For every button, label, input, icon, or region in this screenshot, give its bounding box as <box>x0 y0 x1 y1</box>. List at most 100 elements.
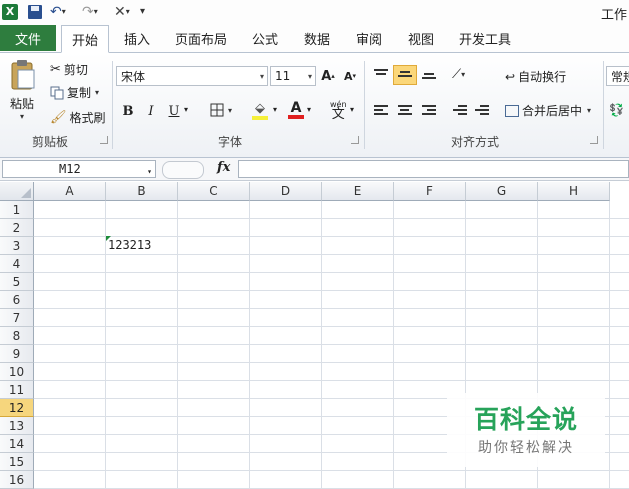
phonetic-dropdown-icon[interactable]: ▾ <box>350 105 354 114</box>
font-name-dropdown-icon: ▾ <box>259 72 264 81</box>
copy-button[interactable]: 复制 ▾ <box>50 84 99 101</box>
font-color-icon: A <box>290 100 302 116</box>
insert-function-icon[interactable]: fx <box>217 160 230 175</box>
cut-label: 剪切 <box>63 63 88 77</box>
row-gridline <box>34 308 629 309</box>
row-header-12[interactable]: 12 <box>0 399 34 417</box>
tab-home[interactable]: 开始 <box>61 25 109 53</box>
row-header-2[interactable]: 2 <box>0 219 34 237</box>
select-all-corner[interactable] <box>0 182 34 201</box>
group-divider <box>112 61 113 149</box>
tab-formulas[interactable]: 公式 <box>244 25 286 51</box>
column-gridline <box>609 201 610 489</box>
row-header-7[interactable]: 7 <box>0 309 34 327</box>
row-header-11[interactable]: 11 <box>0 381 34 399</box>
wrap-text-button[interactable]: ↩ 自动换行 <box>505 68 566 85</box>
tab-page-layout[interactable]: 页面布局 <box>168 25 234 51</box>
cell-b3[interactable]: 123213 <box>107 237 178 254</box>
cut-button[interactable]: ✂ 剪切 <box>50 61 88 78</box>
font-color-swatch <box>288 115 304 119</box>
tab-insert[interactable]: 插入 <box>115 25 159 51</box>
merge-center-label: 合并后居中 <box>522 104 583 118</box>
tab-view[interactable]: 视图 <box>400 25 442 51</box>
alignment-launcher-icon[interactable] <box>590 136 598 144</box>
column-header-g[interactable]: G <box>466 182 538 201</box>
number-format-value: 常规 <box>611 69 629 84</box>
excel-logo-icon[interactable]: X <box>2 3 18 20</box>
column-header-d[interactable]: D <box>250 182 322 201</box>
decrease-font-icon[interactable]: A ▾ <box>340 66 360 86</box>
column-gridline <box>249 201 250 489</box>
merge-center-button[interactable]: 合并后居中 ▾ <box>505 102 591 119</box>
increase-font-icon[interactable]: A ▴ <box>318 66 338 86</box>
number-format-combo[interactable]: 常规 <box>606 66 629 86</box>
row-header-5[interactable]: 5 <box>0 273 34 291</box>
align-top-icon[interactable] <box>374 69 388 81</box>
column-header-f[interactable]: F <box>394 182 466 201</box>
borders-icon <box>210 103 224 117</box>
bold-button[interactable]: B <box>118 101 138 121</box>
fill-color-dropdown-icon[interactable]: ▾ <box>273 105 277 114</box>
tab-file[interactable]: 文件 <box>0 25 56 51</box>
italic-button[interactable]: I <box>141 101 161 121</box>
decrease-indent-icon[interactable] <box>453 105 467 117</box>
row-gridline <box>34 254 629 255</box>
font-size-combo[interactable]: 11 ▾ <box>270 66 316 86</box>
row-header-3[interactable]: 3 <box>0 237 34 255</box>
copy-icon <box>50 86 64 99</box>
orientation-icon[interactable]: ⟋ ▾ <box>452 67 465 82</box>
align-left-icon[interactable] <box>374 105 388 117</box>
align-center-icon[interactable] <box>398 105 412 117</box>
row-header-13[interactable]: 13 <box>0 417 34 435</box>
font-name-combo[interactable]: 宋体 ▾ <box>116 66 268 86</box>
title-bar: X ↶ ▾ ↷ ▾ ✕ ▾ ▾ 工作 <box>0 0 629 24</box>
column-header-c[interactable]: C <box>178 182 250 201</box>
save-icon[interactable] <box>28 3 42 20</box>
row-gridline <box>34 272 629 273</box>
undo-icon[interactable]: ↶ ▾ <box>50 3 66 20</box>
row-header-16[interactable]: 16 <box>0 471 34 489</box>
fill-color-button[interactable]: ⬙ <box>252 101 268 120</box>
column-header-a[interactable]: A <box>34 182 106 201</box>
column-header-e[interactable]: E <box>322 182 394 201</box>
align-middle-button[interactable] <box>393 65 417 85</box>
wrap-text-icon: ↩ <box>505 69 516 84</box>
row-header-6[interactable]: 6 <box>0 291 34 309</box>
paste-dropdown-icon[interactable]: ▾ <box>20 112 24 121</box>
row-header-14[interactable]: 14 <box>0 435 34 453</box>
customize-quick-access-icon[interactable]: ▾ <box>140 3 145 20</box>
increase-indent-icon[interactable] <box>475 105 489 117</box>
copy-dropdown-icon[interactable]: ▾ <box>95 88 99 97</box>
tab-developer[interactable]: 开发工具 <box>452 25 518 51</box>
name-box[interactable]: M12 ▾ <box>2 160 156 178</box>
tab-review[interactable]: 审阅 <box>348 25 390 51</box>
row-header-1[interactable]: 1 <box>0 201 34 219</box>
align-bottom-icon[interactable] <box>422 73 436 85</box>
currency-format-icon[interactable]: 💱 <box>609 103 624 117</box>
name-box-dropdown-icon[interactable]: ▾ <box>147 164 152 180</box>
font-launcher-icon[interactable] <box>351 136 359 144</box>
font-color-button[interactable]: A <box>288 101 304 119</box>
underline-dropdown-icon[interactable]: ▾ <box>184 105 188 114</box>
column-header-h[interactable]: H <box>538 182 610 201</box>
paste-button[interactable]: 粘贴 ▾ <box>8 59 36 121</box>
row-header-4[interactable]: 4 <box>0 255 34 273</box>
underline-button[interactable]: U <box>164 101 184 121</box>
phonetic-button[interactable]: wén 文 <box>330 100 347 121</box>
tab-data[interactable]: 数据 <box>296 25 338 51</box>
font-color-dropdown-icon[interactable]: ▾ <box>307 105 311 114</box>
column-header-b[interactable]: B <box>106 182 178 201</box>
row-header-10[interactable]: 10 <box>0 363 34 381</box>
borders-button[interactable]: ▾ <box>210 103 232 117</box>
formula-resize-handle[interactable] <box>162 161 204 179</box>
format-painter-button[interactable]: 🖌 格式刷 <box>50 109 106 126</box>
align-middle-icon <box>398 71 412 83</box>
row-header-15[interactable]: 15 <box>0 453 34 471</box>
clipboard-launcher-icon[interactable] <box>100 136 108 144</box>
tools-icon[interactable]: ✕ ▾ <box>114 3 130 20</box>
formula-input[interactable] <box>238 160 629 178</box>
row-header-9[interactable]: 9 <box>0 345 34 363</box>
redo-icon[interactable]: ↷ ▾ <box>82 3 98 20</box>
align-right-icon[interactable] <box>422 105 436 117</box>
row-header-8[interactable]: 8 <box>0 327 34 345</box>
